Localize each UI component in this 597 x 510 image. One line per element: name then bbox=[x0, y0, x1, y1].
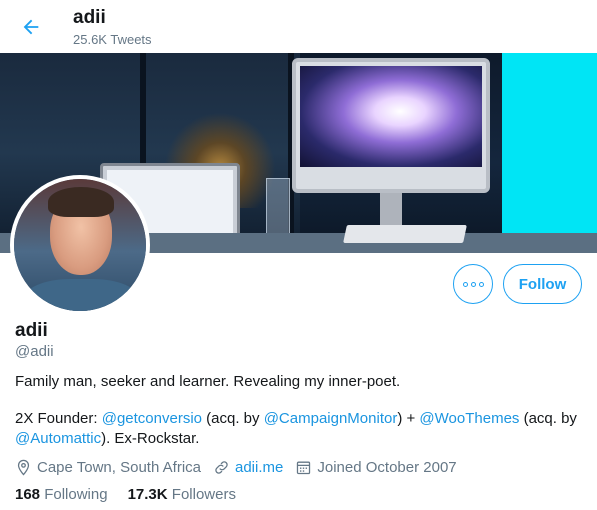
mention-automattic[interactable]: @Automattic bbox=[15, 430, 101, 447]
mention-getconversio[interactable]: @getconversio bbox=[102, 410, 202, 427]
more-options-button[interactable] bbox=[453, 264, 493, 304]
following-link[interactable]: 168 Following bbox=[15, 486, 108, 503]
profile-meta: Cape Town, South Africa adii.me Joined O… bbox=[15, 457, 469, 477]
location-item: Cape Town, South Africa bbox=[15, 459, 201, 476]
followers-link[interactable]: 17.3K Followers bbox=[128, 486, 236, 503]
following-label: Following bbox=[44, 486, 108, 503]
website-item: adii.me bbox=[213, 459, 283, 476]
profile-header-bar: adii 25.6K Tweets bbox=[0, 0, 597, 53]
joined-item: Joined October 2007 bbox=[295, 458, 457, 476]
location-text: Cape Town, South Africa bbox=[37, 458, 201, 476]
follow-button[interactable]: Follow bbox=[503, 264, 582, 304]
back-button[interactable] bbox=[14, 10, 48, 44]
more-horizontal-icon bbox=[462, 281, 484, 287]
followers-count: 17.3K bbox=[127, 486, 168, 503]
header-name: adii bbox=[73, 7, 106, 28]
bio-line: Family man, seeker and learner. Revealin… bbox=[15, 373, 401, 390]
mention-campaignmonitor[interactable]: @CampaignMonitor bbox=[264, 410, 398, 427]
arrow-left-icon bbox=[23, 19, 39, 35]
website-link[interactable]: adii.me bbox=[235, 459, 283, 476]
link-icon bbox=[215, 460, 228, 474]
joined-text: Joined October 2007 bbox=[317, 458, 457, 476]
bio-founder-line: 2X Founder: @getconversio (acq. by @Camp… bbox=[15, 410, 577, 447]
profile-handle: @adii bbox=[15, 343, 54, 360]
profile-name: adii bbox=[15, 320, 48, 341]
follow-stats: 168 Following 17.3K Followers bbox=[15, 486, 256, 503]
profile-avatar[interactable] bbox=[10, 175, 150, 315]
calendar-icon bbox=[297, 461, 311, 474]
location-pin-icon bbox=[17, 459, 30, 476]
following-count: 168 bbox=[15, 486, 41, 503]
followers-label: Followers bbox=[171, 486, 236, 503]
header-tweet-count: 25.6K Tweets bbox=[73, 32, 152, 47]
mention-woothemes[interactable]: @WooThemes bbox=[419, 410, 519, 427]
